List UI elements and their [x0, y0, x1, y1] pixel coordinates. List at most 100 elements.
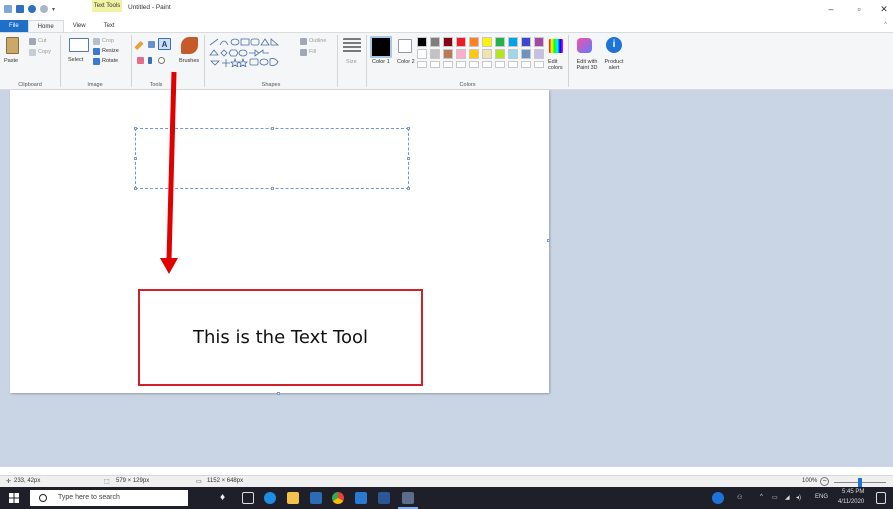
info-icon[interactable]: i	[606, 37, 622, 53]
word-icon[interactable]	[378, 492, 390, 504]
text-tool-icon[interactable]: A	[158, 38, 171, 50]
palette-color-swatch[interactable]	[521, 37, 531, 47]
fill-icon[interactable]	[300, 49, 307, 56]
close-button[interactable]: ✕	[877, 4, 891, 14]
zoom-out-icon[interactable]: −	[820, 477, 829, 486]
edge-browser-icon[interactable]	[264, 492, 276, 504]
collapse-ribbon-icon[interactable]: ^	[884, 22, 887, 28]
task-view-icon[interactable]	[242, 492, 254, 504]
taskbar-search-box[interactable]: Type here to search	[30, 490, 188, 506]
notifications-icon[interactable]	[876, 492, 886, 504]
palette-custom-swatch[interactable]	[430, 61, 440, 68]
edit-with-paint3d-button[interactable]: Edit with Paint 3D	[574, 59, 600, 71]
palette-custom-swatch[interactable]	[469, 61, 479, 68]
zoom-slider-thumb[interactable]	[858, 478, 862, 487]
fill-dropdown[interactable]: Fill	[309, 49, 316, 55]
shapes-gallery[interactable]	[208, 37, 300, 67]
palette-color-swatch[interactable]	[430, 37, 440, 47]
palette-color-swatch[interactable]	[469, 37, 479, 47]
people-icon[interactable]: ⚇	[737, 494, 742, 501]
palette-color-swatch[interactable]	[417, 37, 427, 47]
clock-date[interactable]: 4/11/2020	[838, 499, 864, 505]
resize-handle[interactable]	[271, 187, 274, 190]
minimize-button[interactable]: –	[824, 4, 838, 14]
chrome-icon[interactable]	[332, 492, 344, 504]
eraser-icon[interactable]	[137, 57, 144, 64]
palette-custom-swatch[interactable]	[417, 61, 427, 68]
palette-color-swatch[interactable]	[495, 49, 505, 59]
palette-custom-swatch[interactable]	[443, 61, 453, 68]
color-picker-icon[interactable]	[148, 57, 152, 64]
network-icon[interactable]: ◢	[785, 494, 790, 501]
pencil-icon[interactable]	[134, 40, 144, 51]
rotate-icon[interactable]	[93, 58, 100, 65]
size-icon[interactable]	[343, 38, 361, 54]
palette-color-swatch[interactable]	[508, 37, 518, 47]
crop-button[interactable]: Crop	[102, 38, 114, 44]
resize-handle[interactable]	[407, 187, 410, 190]
palette-color-swatch[interactable]	[469, 49, 479, 59]
color1-swatch[interactable]	[370, 36, 392, 58]
size-button[interactable]: Size	[346, 59, 357, 65]
tab-file[interactable]: File	[0, 20, 28, 32]
outline-dropdown[interactable]: Outline	[309, 38, 326, 44]
paste-icon[interactable]	[6, 37, 19, 54]
palette-color-swatch[interactable]	[456, 49, 466, 59]
palette-color-swatch[interactable]	[456, 37, 466, 47]
resize-handle[interactable]	[134, 187, 137, 190]
rotate-button[interactable]: Rotate	[102, 58, 118, 64]
resize-handle[interactable]	[407, 157, 410, 160]
store-icon[interactable]	[310, 492, 322, 504]
palette-color-swatch[interactable]	[521, 49, 531, 59]
palette-color-swatch[interactable]	[534, 49, 544, 59]
tab-text[interactable]: Text	[95, 20, 124, 32]
palette-custom-swatch[interactable]	[508, 61, 518, 68]
mail-icon[interactable]	[355, 492, 367, 504]
file-explorer-icon[interactable]	[287, 492, 299, 504]
select-icon[interactable]	[69, 38, 89, 52]
paste-button[interactable]: Paste	[4, 58, 18, 64]
resize-button[interactable]: Resize	[102, 48, 119, 54]
copy-button[interactable]: Copy	[38, 49, 51, 55]
edit-colors-icon[interactable]	[549, 39, 563, 53]
palette-custom-swatch[interactable]	[495, 61, 505, 68]
tab-view[interactable]: View	[64, 20, 95, 32]
tab-home[interactable]: Home	[27, 20, 64, 32]
palette-color-swatch[interactable]	[417, 49, 427, 59]
undo-icon[interactable]	[28, 5, 36, 13]
customize-qat-icon[interactable]: ▾	[52, 6, 55, 13]
brushes-button[interactable]: Brushes	[179, 58, 199, 64]
cut-button[interactable]: Cut	[38, 38, 47, 44]
product-alert-button[interactable]: Product alert	[603, 59, 625, 71]
redo-icon[interactable]	[40, 5, 48, 13]
brushes-icon[interactable]	[181, 37, 198, 54]
palette-custom-swatch[interactable]	[534, 61, 544, 68]
outline-icon[interactable]	[300, 38, 307, 45]
color1-button[interactable]: Color 1	[372, 59, 390, 65]
edit-colors-button[interactable]: Edit colors	[548, 59, 564, 71]
copy-icon[interactable]	[29, 49, 36, 56]
resize-handle[interactable]	[134, 127, 137, 130]
resize-handle[interactable]	[271, 127, 274, 130]
microphone-icon[interactable]: ♦	[220, 492, 232, 504]
magnifier-icon[interactable]	[158, 57, 165, 64]
palette-color-swatch[interactable]	[430, 49, 440, 59]
palette-color-swatch[interactable]	[534, 37, 544, 47]
palette-color-swatch[interactable]	[443, 49, 453, 59]
windows-start-icon[interactable]	[9, 493, 19, 503]
select-button[interactable]: Select	[68, 57, 83, 63]
canvas-resize-handle[interactable]	[277, 392, 280, 395]
maximize-button[interactable]: ▫	[852, 4, 866, 14]
paint-taskbar-icon[interactable]	[402, 492, 414, 504]
resize-icon[interactable]	[93, 48, 100, 55]
input-language[interactable]: ENG	[815, 494, 828, 500]
palette-color-swatch[interactable]	[482, 49, 492, 59]
color2-swatch[interactable]	[398, 39, 412, 53]
palette-color-swatch[interactable]	[443, 37, 453, 47]
show-hidden-icons[interactable]: ^	[760, 494, 763, 500]
battery-icon[interactable]: ▭	[772, 494, 778, 501]
palette-color-swatch[interactable]	[508, 49, 518, 59]
palette-custom-swatch[interactable]	[521, 61, 531, 68]
palette-color-swatch[interactable]	[482, 37, 492, 47]
paint3d-icon[interactable]	[577, 38, 592, 53]
